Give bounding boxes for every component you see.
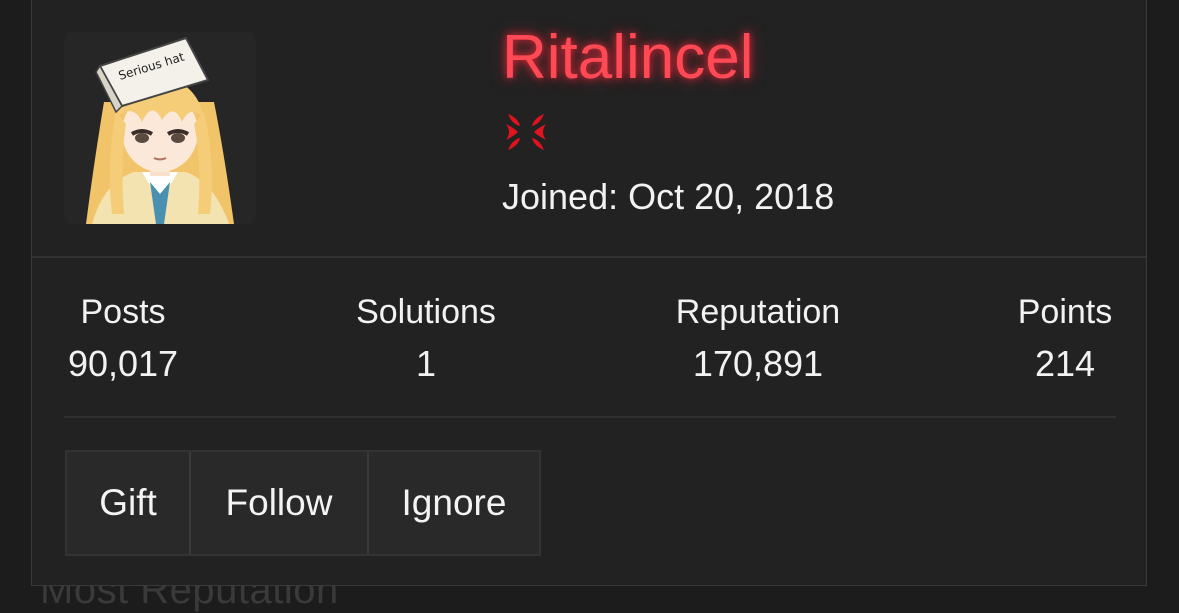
joined-date: Joined: Oct 20, 2018 xyxy=(502,176,835,217)
profile-header: Serious hat Ritalincel Joined: Oct 20, 2… xyxy=(32,0,1146,258)
avatar[interactable]: Serious hat xyxy=(64,32,256,224)
stat-posts[interactable]: Posts 90,017 xyxy=(68,292,178,386)
stat-value: 170,891 xyxy=(692,343,824,384)
action-buttons: Gift Follow Ignore xyxy=(65,450,541,556)
stat-value: 1 xyxy=(415,343,437,384)
stat-label: Solutions xyxy=(356,293,496,331)
anime-girl-avatar: Serious hat xyxy=(64,32,256,224)
stats-divider xyxy=(64,416,1116,418)
stat-solutions[interactable]: Solutions 1 xyxy=(356,292,496,386)
stat-points[interactable]: Points 214 xyxy=(1018,292,1113,386)
username[interactable]: Ritalincel xyxy=(502,22,754,93)
stat-label: Points xyxy=(1017,293,1113,331)
anger-symbol-icon xyxy=(506,114,546,150)
stat-label: Reputation xyxy=(675,293,841,331)
profile-card: Serious hat Ritalincel Joined: Oct 20, 2… xyxy=(31,0,1147,586)
stat-value: 90,017 xyxy=(67,343,179,384)
ignore-button[interactable]: Ignore xyxy=(367,452,539,554)
stat-label: Posts xyxy=(80,293,166,331)
stat-reputation[interactable]: Reputation 170,891 xyxy=(676,292,840,386)
gift-button[interactable]: Gift xyxy=(67,452,189,554)
stat-value: 214 xyxy=(1034,343,1096,384)
follow-button[interactable]: Follow xyxy=(189,452,367,554)
